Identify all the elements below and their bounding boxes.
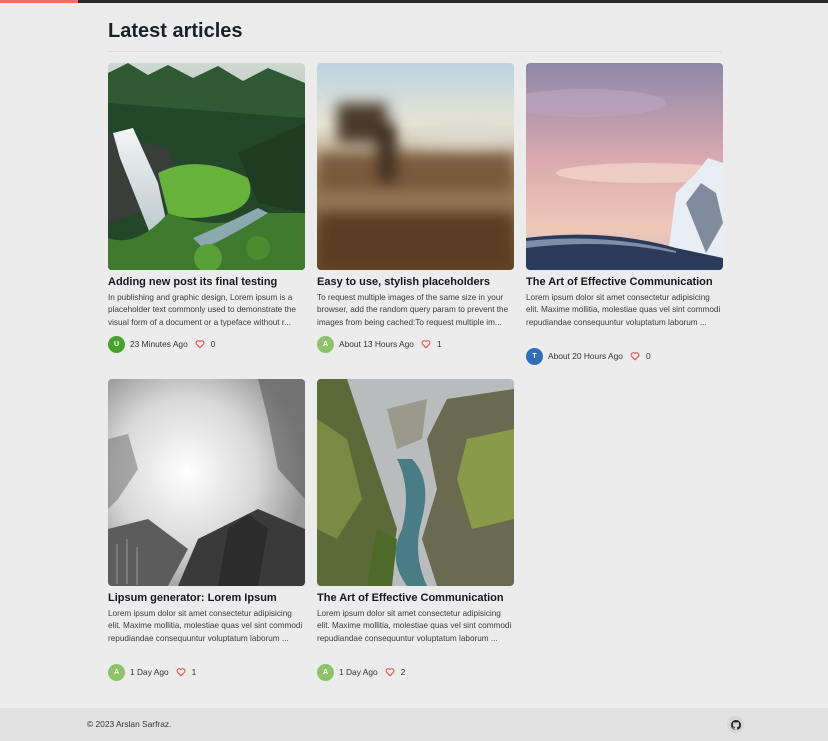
heart-icon[interactable] (630, 351, 640, 361)
page-title: Latest articles (108, 20, 243, 42)
article-card[interactable]: Lipsum generator: Lorem Ipsum Lorem ipsu… (108, 379, 305, 681)
article-title[interactable]: The Art of Effective Communication (317, 591, 514, 605)
like-count: 0 (645, 351, 651, 361)
article-image[interactable] (108, 379, 305, 586)
post-time: 23 Minutes Ago (130, 339, 188, 349)
article-image[interactable] (317, 63, 514, 270)
article-image[interactable] (317, 379, 514, 586)
like-count: 1 (191, 667, 197, 677)
post-time: About 20 Hours Ago (548, 351, 623, 361)
github-icon[interactable] (727, 716, 744, 733)
article-title[interactable]: The Art of Effective Communication (526, 275, 723, 289)
avatar[interactable]: T (526, 347, 543, 365)
article-card[interactable]: Easy to use, stylish placeholders To req… (317, 63, 514, 353)
article-image[interactable] (526, 63, 723, 270)
article-excerpt: Lorem ipsum dolor sit amet consectetur a… (526, 293, 721, 327)
heart-icon[interactable] (421, 339, 431, 349)
article-title[interactable]: Adding new post its final testing (108, 275, 305, 289)
article-card[interactable]: The Art of Effective Communication Lorem… (317, 379, 514, 681)
like-count: 1 (436, 339, 442, 349)
progress-accent (0, 0, 78, 3)
avatar[interactable]: A (317, 663, 334, 681)
article-excerpt: In publishing and graphic design, Lorem … (108, 293, 296, 327)
article-title[interactable]: Lipsum generator: Lorem Ipsum (108, 591, 305, 605)
post-time: 1 Day Ago (130, 667, 169, 677)
heart-icon[interactable] (176, 667, 186, 677)
article-meta: T About 20 Hours Ago 0 (526, 347, 723, 365)
article-image[interactable] (108, 63, 305, 270)
heart-icon[interactable] (195, 339, 205, 349)
article-title[interactable]: Easy to use, stylish placeholders (317, 275, 514, 289)
avatar[interactable]: U (108, 335, 125, 353)
like-count: 0 (210, 339, 216, 349)
footer: © 2023 Arslan Sarfraz. (0, 708, 828, 741)
article-meta: U 23 Minutes Ago 0 (108, 335, 305, 353)
like-count: 2 (400, 667, 406, 677)
article-excerpt: To request multiple images of the same s… (317, 293, 509, 327)
article-meta: A About 13 Hours Ago 1 (317, 335, 514, 353)
post-time: About 13 Hours Ago (339, 339, 414, 349)
avatar[interactable]: A (317, 335, 334, 353)
top-bar (0, 0, 828, 3)
article-card[interactable]: Adding new post its final testing In pub… (108, 63, 305, 353)
post-time: 1 Day Ago (339, 667, 378, 677)
article-meta: A 1 Day Ago 1 (108, 663, 305, 681)
heart-icon[interactable] (385, 667, 395, 677)
article-card[interactable]: The Art of Effective Communication Lorem… (526, 63, 723, 365)
article-meta: A 1 Day Ago 2 (317, 663, 514, 681)
article-excerpt: Lorem ipsum dolor sit amet consectetur a… (317, 609, 512, 643)
copyright: © 2023 Arslan Sarfraz. (87, 719, 172, 729)
article-excerpt: Lorem ipsum dolor sit amet consectetur a… (108, 609, 303, 643)
avatar[interactable]: A (108, 663, 125, 681)
divider (108, 51, 722, 52)
